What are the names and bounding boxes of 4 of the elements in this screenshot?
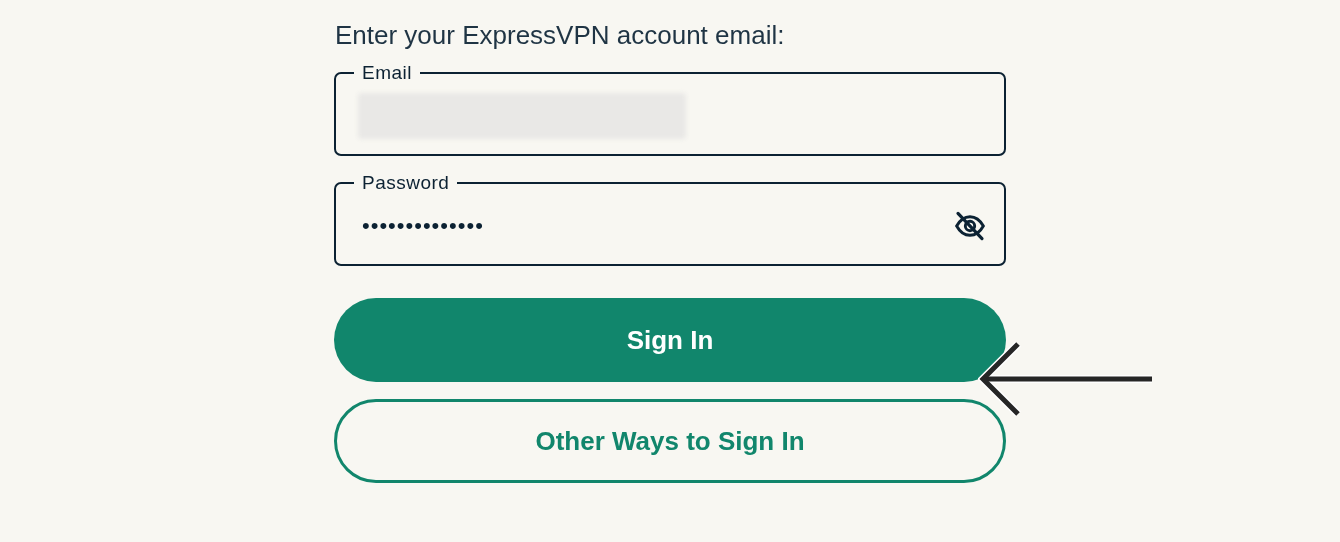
sign-in-button[interactable]: Sign In: [334, 298, 1006, 382]
instruction-text: Enter your ExpressVPN account email:: [335, 19, 786, 52]
other-sign-in-button[interactable]: Other Ways to Sign In: [334, 399, 1006, 483]
eye-slash-icon[interactable]: [954, 210, 986, 242]
